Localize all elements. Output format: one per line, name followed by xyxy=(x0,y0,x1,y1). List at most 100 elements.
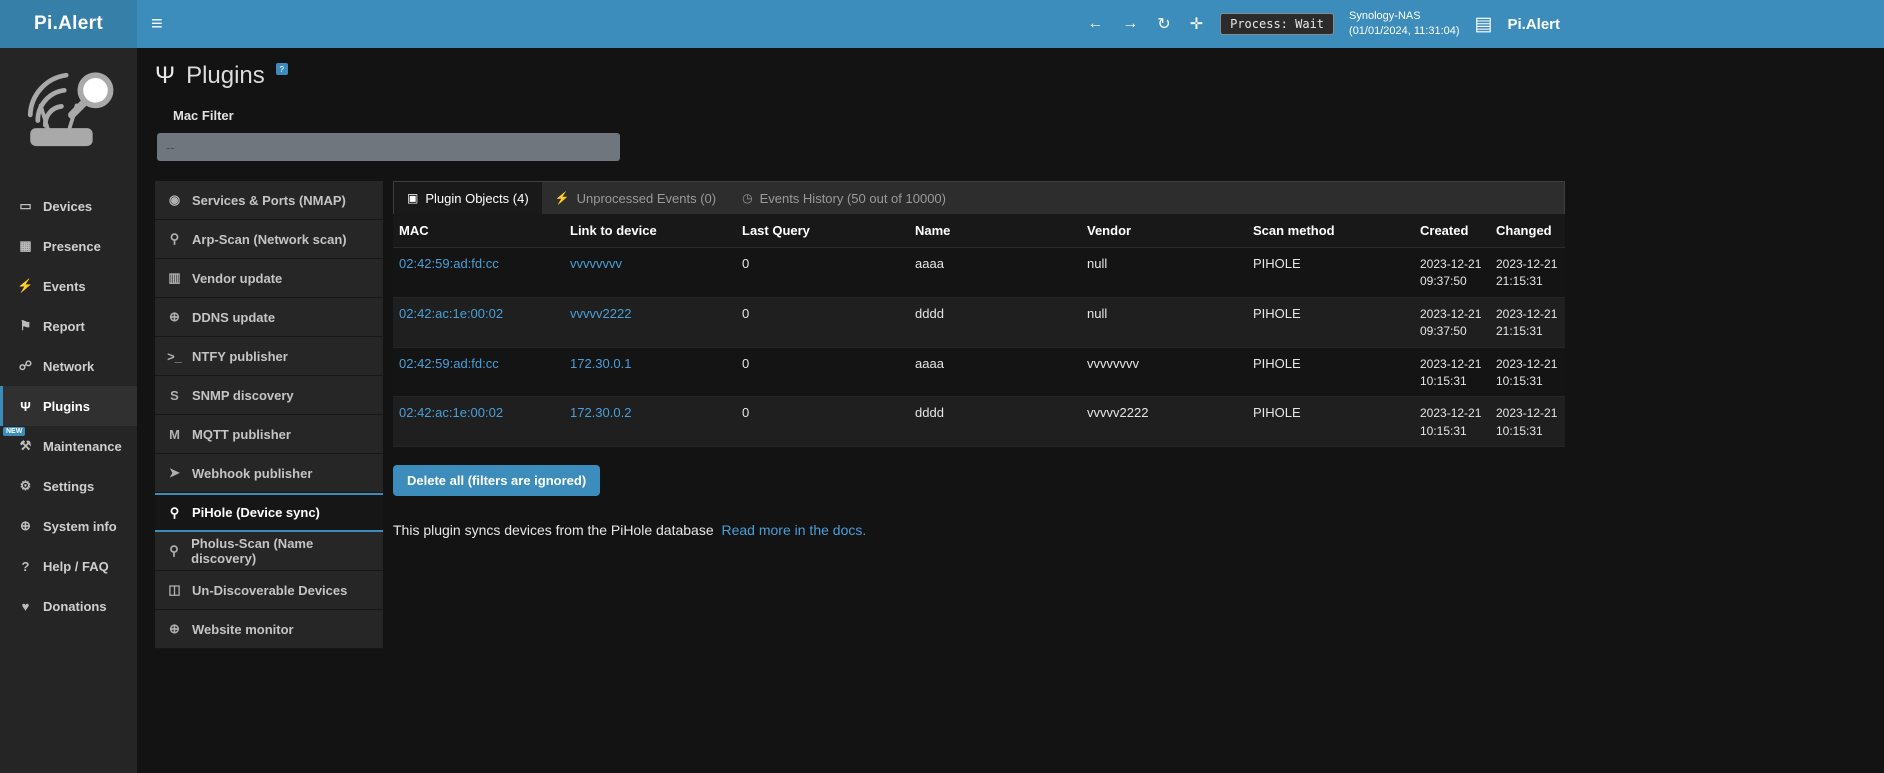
tab-label: Plugin Objects (4) xyxy=(425,191,528,206)
chart-icon: ▥ xyxy=(166,270,183,286)
table-row: 02:42:ac:1e:00:02 vvvvv2222 0 dddd null … xyxy=(393,297,1565,347)
plugin-nav-item-vendor-update[interactable]: ▥ Vendor update xyxy=(155,259,383,298)
created-cell: 2023-12-21 10:15:31 xyxy=(1414,347,1490,397)
move-icon[interactable]: ✛ xyxy=(1188,14,1205,34)
sidebar-item-devices[interactable]: ▭ Devices xyxy=(0,186,137,226)
sidebar-menu: ▭ Devices ▦ Presence ⚡ Events ⚑ Report ☍… xyxy=(0,186,137,626)
mac-cell: 02:42:ac:1e:00:02 xyxy=(393,297,564,347)
sidebar-item-help-faq[interactable]: ? Help / FAQ xyxy=(0,546,137,586)
device-link[interactable]: vvvvv2222 xyxy=(570,306,631,321)
plugin-nav-label: Webhook publisher xyxy=(192,466,312,481)
sidebar-item-maintenance[interactable]: NEW ⚒ Maintenance xyxy=(0,426,137,466)
plugin-nav-label: Un-Discoverable Devices xyxy=(192,583,347,598)
app-logo[interactable]: Pi.Alert xyxy=(0,0,137,48)
changed-cell: 2023-12-21 10:15:31 xyxy=(1490,397,1565,447)
back-icon[interactable]: ← xyxy=(1085,15,1105,33)
plugin-nav-label: PiHole (Device sync) xyxy=(192,505,320,520)
plugin-nav-label: MQTT publisher xyxy=(192,427,291,442)
cube-icon: ▣ xyxy=(407,191,418,205)
device-link[interactable]: 172.30.0.1 xyxy=(570,356,631,371)
mac-cell: 02:42:59:ad:fd:cc xyxy=(393,347,564,397)
refresh-icon[interactable]: ↻ xyxy=(1155,14,1172,34)
plugin-nav-item-snmp[interactable]: S SNMP discovery xyxy=(155,376,383,415)
mac-filter-input[interactable] xyxy=(157,133,620,161)
mac-link[interactable]: 02:42:ac:1e:00:02 xyxy=(399,405,503,420)
sidebar-item-settings[interactable]: ⚙ Settings xyxy=(0,466,137,506)
binoculars-icon: ◫ xyxy=(166,582,183,598)
device-link[interactable]: vvvvvvvv xyxy=(570,256,622,271)
device-link-cell: vvvvv2222 xyxy=(564,297,736,347)
sidebar-item-donations[interactable]: ♥ Donations xyxy=(0,586,137,626)
sidebar-item-label: Maintenance xyxy=(43,439,122,454)
hamburger-icon[interactable]: ≡ xyxy=(151,13,181,36)
last-query-cell: 0 xyxy=(736,248,909,298)
new-badge: NEW xyxy=(3,427,25,436)
tab-plugin-objects[interactable]: ▣ Plugin Objects (4) xyxy=(394,182,542,214)
plugin-nav-item-ntfy[interactable]: >_ NTFY publisher xyxy=(155,337,383,376)
plugin-nav-label: Pholus-Scan (Name discovery) xyxy=(191,536,372,566)
content-row: ◉ Services & Ports (NMAP) ⚲ Arp-Scan (Ne… xyxy=(155,181,1884,649)
device-link-cell: 172.30.0.2 xyxy=(564,397,736,447)
flag-icon: ⚑ xyxy=(17,318,34,334)
col-link: Link to device xyxy=(564,214,736,248)
main-content: Ψ Plugins ? Mac Filter ◉ Services & Port… xyxy=(137,48,1884,773)
mac-link[interactable]: 02:42:ac:1e:00:02 xyxy=(399,306,503,321)
wrench-icon: ⚒ xyxy=(17,438,34,454)
tab-label: Events History (50 out of 10000) xyxy=(760,191,946,206)
plugin-nav-item-website-monitor[interactable]: ⊕ Website monitor xyxy=(155,610,383,649)
sidebar-item-events[interactable]: ⚡ Events xyxy=(0,266,137,306)
brand-name: Pi.Alert xyxy=(1507,16,1560,33)
vendor-cell: null xyxy=(1081,297,1247,347)
plugin-nav-label: DDNS update xyxy=(192,310,275,325)
sidebar-item-presence[interactable]: ▦ Presence xyxy=(0,226,137,266)
sidebar-item-label: Plugins xyxy=(43,399,90,414)
changed-cell: 2023-12-21 10:15:31 xyxy=(1490,347,1565,397)
scan-method-cell: PIHOLE xyxy=(1247,297,1414,347)
table-header-row: MAC Link to device Last Query Name Vendo… xyxy=(393,214,1565,248)
plugin-nav-item-pholus[interactable]: ⚲ Pholus-Scan (Name discovery) xyxy=(155,532,383,571)
created-cell: 2023-12-21 10:15:31 xyxy=(1414,397,1490,447)
paper-plane-icon: ➤ xyxy=(166,465,183,481)
router-scan-logo xyxy=(0,48,137,168)
changed-cell: 2023-12-21 21:15:31 xyxy=(1490,297,1565,347)
plug-icon: Ψ xyxy=(17,399,34,414)
sidebar-item-label: System info xyxy=(43,519,117,534)
docs-link[interactable]: Read more in the docs. xyxy=(722,522,867,538)
plugin-nav-item-arpscan[interactable]: ⚲ Arp-Scan (Network scan) xyxy=(155,220,383,259)
sidebar-item-system-info[interactable]: ⊕ System info xyxy=(0,506,137,546)
process-status-badge[interactable]: Process: Wait xyxy=(1220,13,1334,35)
terminal-icon: >_ xyxy=(166,349,183,364)
help-badge[interactable]: ? xyxy=(276,63,288,75)
mac-cell: 02:42:59:ad:fd:cc xyxy=(393,248,564,298)
vendor-cell: null xyxy=(1081,248,1247,298)
table-row: 02:42:ac:1e:00:02 172.30.0.2 0 dddd vvvv… xyxy=(393,397,1565,447)
plug-title-icon: Ψ xyxy=(155,62,175,90)
sidebar-item-plugins[interactable]: Ψ Plugins xyxy=(0,386,137,426)
tab-unprocessed-events[interactable]: ⚡ Unprocessed Events (0) xyxy=(542,182,729,214)
delete-all-button[interactable]: Delete all (filters are ignored) xyxy=(393,465,600,496)
vendor-cell: vvvvv2222 xyxy=(1081,397,1247,447)
plugin-nav-item-ddns[interactable]: ⊕ DDNS update xyxy=(155,298,383,337)
plugin-nav-label: Website monitor xyxy=(192,622,294,637)
plugin-nav-item-mqtt[interactable]: M MQTT publisher xyxy=(155,415,383,454)
col-scan-method: Scan method xyxy=(1247,214,1414,248)
search-icon: ⚲ xyxy=(166,231,183,247)
mac-link[interactable]: 02:42:59:ad:fd:cc xyxy=(399,256,499,271)
sidebar-item-network[interactable]: ☍ Network xyxy=(0,346,137,386)
scan-method-cell: PIHOLE xyxy=(1247,347,1414,397)
sidebar-item-label: Devices xyxy=(43,199,92,214)
plugin-nav-item-nmap[interactable]: ◉ Services & Ports (NMAP) xyxy=(155,181,383,220)
plugin-nav-item-webhook[interactable]: ➤ Webhook publisher xyxy=(155,454,383,493)
mac-link[interactable]: 02:42:59:ad:fd:cc xyxy=(399,356,499,371)
plugin-nav-item-undiscoverable[interactable]: ◫ Un-Discoverable Devices xyxy=(155,571,383,610)
top-bar: Pi.Alert ≡ ← → ↻ ✛ Process: Wait Synolog… xyxy=(0,0,1884,48)
device-link[interactable]: 172.30.0.2 xyxy=(570,405,631,420)
plugin-nav-item-pihole[interactable]: ⚲ PiHole (Device sync) xyxy=(155,493,383,532)
device-link-cell: 172.30.0.1 xyxy=(564,347,736,397)
sidebar-item-label: Presence xyxy=(43,239,101,254)
forward-icon[interactable]: → xyxy=(1120,15,1140,33)
tab-events-history[interactable]: ◷ Events History (50 out of 10000) xyxy=(729,182,959,214)
topbar-right-cluster: ← → ↻ ✛ Process: Wait Synology-NAS (01/0… xyxy=(1085,9,1560,40)
sidebar-item-report[interactable]: ⚑ Report xyxy=(0,306,137,346)
sidebar-item-label: Settings xyxy=(43,479,94,494)
